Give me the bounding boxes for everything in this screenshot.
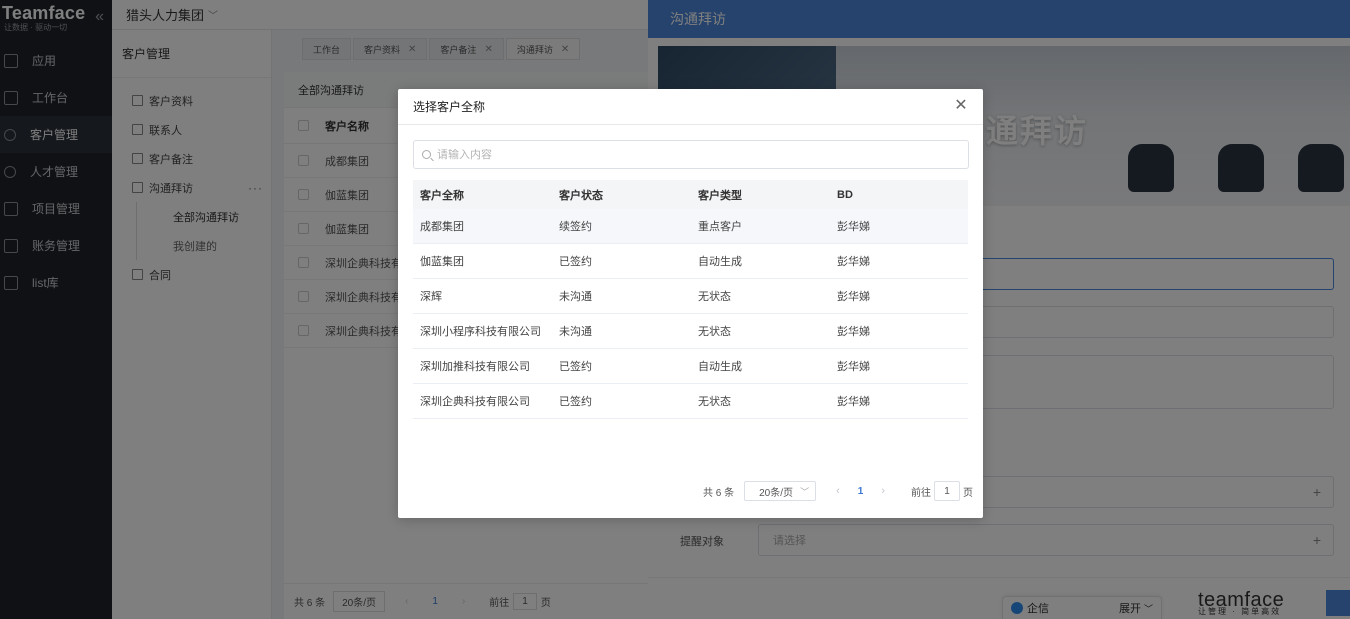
goto-label: 前往 (911, 487, 932, 499)
search-input[interactable] (437, 148, 957, 161)
page-unit: 页 (963, 487, 974, 499)
modal-header: 选择客户全称 ✕ (398, 89, 983, 125)
page-size-select[interactable]: 20条/页 ﹀ (744, 481, 817, 501)
table-row[interactable]: 深圳加推科技有限公司 已签约 自动生成 彭华娣 (413, 349, 968, 384)
search-box (413, 140, 969, 169)
total-count: 共 6 条 (703, 487, 735, 499)
modal-title: 选择客户全称 (413, 100, 486, 114)
col-bd: BD (837, 188, 853, 201)
table-row[interactable]: 深圳企典科技有限公司 已签约 无状态 彭华娣 (413, 384, 968, 419)
table-row[interactable]: 深圳小程序科技有限公司 未沟通 无状态 彭华娣 (413, 314, 968, 349)
col-customer-type: 客户类型 (698, 189, 742, 202)
goto-input[interactable]: 1 (934, 481, 961, 501)
chevron-down-icon: ﹀ (800, 486, 810, 497)
table-row[interactable]: 成都集团 续签约 重点客户 彭华娣 (413, 209, 968, 244)
search-icon (422, 150, 431, 159)
next-page-icon[interactable]: › (881, 485, 885, 497)
col-customer-name: 客户全称 (420, 189, 464, 202)
page-number[interactable]: 1 (858, 486, 864, 497)
prev-page-icon[interactable]: ‹ (836, 485, 840, 497)
table-header: 客户全称 客户状态 客户类型 BD (413, 180, 968, 209)
col-customer-status: 客户状态 (559, 189, 603, 202)
select-customer-modal: 选择客户全称 ✕ 客户全称 客户状态 客户类型 BD 成都集团 续签约 重点客户… (398, 89, 983, 518)
modal-pagination: 共 6 条 20条/页 ﹀ ‹ 1 › 前往 1 页 (703, 481, 973, 501)
table-row[interactable]: 伽蓝集团 已签约 自动生成 彭华娣 (413, 244, 968, 279)
customer-table: 客户全称 客户状态 客户类型 BD 成都集团 续签约 重点客户 彭华娣 伽蓝集团… (413, 180, 968, 419)
table-row[interactable]: 深辉 未沟通 无状态 彭华娣 (413, 279, 968, 314)
close-icon[interactable]: ✕ (953, 98, 969, 114)
